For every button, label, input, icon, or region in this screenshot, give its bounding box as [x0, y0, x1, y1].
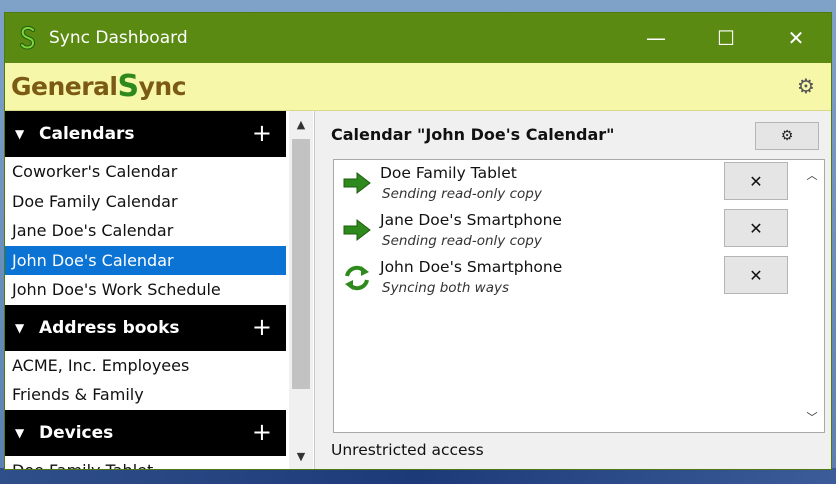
brand-s-mark: S: [117, 68, 140, 104]
window-controls: — ☐ ✕: [621, 13, 831, 63]
title-bar: Sync Dashboard — ☐ ✕: [5, 13, 831, 63]
sidebar-list: ▼ Calendars + Coworker's Calendar Doe Fa…: [5, 111, 286, 469]
collapse-icon[interactable]: ▼: [15, 127, 31, 141]
scroll-up-icon[interactable]: ︿: [800, 164, 824, 186]
access-status: Unrestricted access: [331, 441, 484, 459]
brand-logo: General S ync: [11, 68, 187, 104]
section-title: Devices: [39, 422, 114, 443]
app-s-icon: [17, 25, 39, 51]
list-item: Doe Family Tablet Sending read-only copy…: [334, 160, 798, 207]
device-list-scrollbar[interactable]: ︿ ﹀: [800, 160, 824, 432]
close-icon: ✕: [749, 218, 763, 238]
section-header-calendars[interactable]: ▼ Calendars +: [5, 111, 286, 157]
maximize-icon: ☐: [717, 26, 735, 50]
sidebar-item-calendar[interactable]: Jane Doe's Calendar: [5, 216, 286, 246]
device-status: Syncing both ways: [382, 280, 510, 296]
section-title: Calendars: [39, 124, 135, 144]
close-icon: ✕: [749, 171, 763, 191]
add-calendar-icon[interactable]: +: [252, 121, 272, 145]
sidebar-item-calendar[interactable]: Doe Family Calendar: [5, 187, 286, 217]
sidebar-item-calendar[interactable]: Coworker's Calendar: [5, 157, 286, 187]
app-window: Sync Dashboard — ☐ ✕ General S ync ⚙ ▼ C…: [4, 12, 832, 470]
maximize-button[interactable]: ☐: [691, 13, 761, 63]
add-device-icon[interactable]: +: [252, 420, 272, 444]
remove-device-button[interactable]: ✕: [724, 256, 788, 294]
calendar-detail-panel: Calendar "John Doe's Calendar" ⚙ Doe Fam…: [323, 111, 831, 469]
sidebar-item-calendar[interactable]: John Doe's Work Schedule: [5, 275, 286, 305]
sidebar: ▼ Calendars + Coworker's Calendar Doe Fa…: [5, 111, 315, 469]
sidebar-item-device[interactable]: Doe Family Tablet: [5, 456, 286, 469]
device-list: Doe Family Tablet Sending read-only copy…: [333, 159, 825, 433]
close-icon: ✕: [749, 265, 763, 285]
remove-device-button[interactable]: ✕: [724, 209, 788, 247]
calendar-settings-button[interactable]: ⚙: [755, 122, 819, 150]
gear-icon: ⚙: [780, 128, 794, 144]
sidebar-scrollbar[interactable]: ▲ ▼: [289, 111, 313, 469]
collapse-icon[interactable]: ▼: [15, 426, 31, 440]
remove-device-button[interactable]: ✕: [724, 162, 788, 200]
device-status: Sending read-only copy: [382, 233, 542, 249]
brand-name-suffix: ync: [138, 72, 187, 101]
window-title: Sync Dashboard: [49, 28, 188, 48]
sync-arrows-icon: [342, 264, 372, 291]
add-address-book-icon[interactable]: +: [252, 315, 272, 339]
collapse-icon[interactable]: ▼: [15, 321, 31, 335]
sidebar-item-address-book[interactable]: ACME, Inc. Employees: [5, 351, 286, 381]
scroll-down-icon[interactable]: ▼: [289, 445, 313, 467]
minimize-icon: —: [646, 26, 666, 50]
device-status: Sending read-only copy: [382, 186, 542, 202]
page-title: Calendar "John Doe's Calendar": [331, 125, 615, 144]
scroll-up-icon[interactable]: ▲: [289, 113, 313, 135]
list-item: John Doe's Smartphone Syncing both ways …: [334, 254, 798, 301]
scroll-thumb[interactable]: [292, 139, 310, 389]
section-header-address-books[interactable]: ▼ Address books +: [5, 304, 286, 351]
section-header-devices[interactable]: ▼ Devices +: [5, 409, 286, 456]
close-button[interactable]: ✕: [761, 13, 831, 63]
device-name: John Doe's Smartphone: [380, 258, 563, 276]
desktop-taskbar-strip: [0, 468, 836, 484]
scroll-down-icon[interactable]: ﹀: [800, 406, 824, 428]
brand-name-prefix: General: [11, 72, 118, 101]
arrow-right-icon: [342, 217, 372, 243]
device-name: Jane Doe's Smartphone: [380, 211, 562, 229]
sidebar-item-calendar-selected[interactable]: John Doe's Calendar: [5, 245, 286, 275]
minimize-button[interactable]: —: [621, 13, 691, 63]
close-icon: ✕: [787, 26, 805, 50]
main-content: ▼ Calendars + Coworker's Calendar Doe Fa…: [5, 111, 831, 469]
arrow-right-icon: [342, 170, 372, 196]
gear-icon[interactable]: ⚙: [795, 74, 817, 98]
brand-bar: General S ync ⚙: [5, 63, 831, 111]
device-name: Doe Family Tablet: [380, 164, 517, 182]
sidebar-item-address-book[interactable]: Friends & Family: [5, 380, 286, 410]
section-title: Address books: [39, 317, 180, 338]
list-item: Jane Doe's Smartphone Sending read-only …: [334, 207, 798, 254]
